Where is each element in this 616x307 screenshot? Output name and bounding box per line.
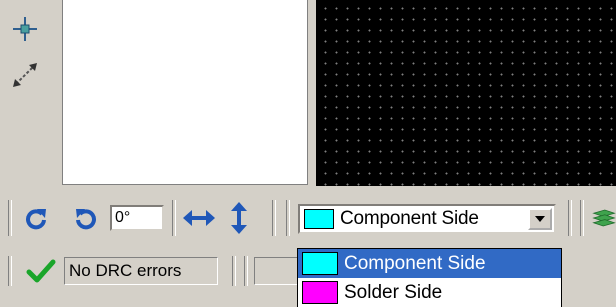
layer-option-solder-side[interactable]: Solder Side <box>298 278 561 307</box>
rotate-ccw-button[interactable] <box>72 204 100 232</box>
status-grip <box>8 256 12 286</box>
pcb-editor-window: 0° Component Side No DRC errors Componen… <box>0 0 616 307</box>
status-separator <box>244 256 248 286</box>
bottom-toolbar: 0° Component Side <box>0 188 616 248</box>
layer-option-swatch <box>302 252 338 275</box>
layer-select[interactable]: Component Side <box>298 204 556 234</box>
toolbar-separator <box>172 200 176 236</box>
tool-column <box>0 0 60 185</box>
flip-vertical-button[interactable] <box>226 200 252 236</box>
rotate-cw-icon <box>26 209 46 230</box>
toolbar-grip <box>286 200 290 236</box>
rotate-cw-button[interactable] <box>22 204 50 232</box>
flip-horizontal-icon <box>183 210 215 226</box>
flip-horizontal-button[interactable] <box>182 204 216 232</box>
board-canvas[interactable] <box>316 0 616 186</box>
layers-icon <box>592 209 616 227</box>
layers-button[interactable] <box>592 204 616 232</box>
drc-status-text: No DRC errors <box>64 257 218 285</box>
layer-option-label: Component Side <box>344 252 486 274</box>
layer-dropdown-list: Component Side Solder Side <box>297 248 562 307</box>
layer-color-swatch <box>304 209 334 229</box>
rotation-angle-input[interactable]: 0° <box>110 205 164 231</box>
component-preview-panel <box>62 0 308 185</box>
layer-option-label: Solder Side <box>344 281 443 303</box>
toolbar-grip <box>580 200 584 236</box>
toolbar-separator <box>272 200 276 236</box>
status-cell <box>254 257 298 285</box>
chevron-down-icon <box>535 216 545 222</box>
layer-option-swatch <box>302 281 338 304</box>
toolbar-grip <box>8 200 12 236</box>
status-separator <box>232 256 236 286</box>
measure-tool-button[interactable] <box>8 58 42 92</box>
check-icon <box>26 259 56 283</box>
drc-status-icon-wrap <box>24 258 58 284</box>
layer-option-component-side[interactable]: Component Side <box>298 249 561 278</box>
crosshair-icon <box>13 17 37 41</box>
measure-icon <box>13 63 37 87</box>
flip-vertical-icon <box>231 202 247 234</box>
layer-select-value: Component Side <box>340 208 479 229</box>
crosshair-tool-button[interactable] <box>8 12 42 46</box>
rotate-ccw-icon <box>76 209 96 230</box>
layer-select-dropdown-button[interactable] <box>528 208 552 230</box>
toolbar-separator <box>568 200 572 236</box>
